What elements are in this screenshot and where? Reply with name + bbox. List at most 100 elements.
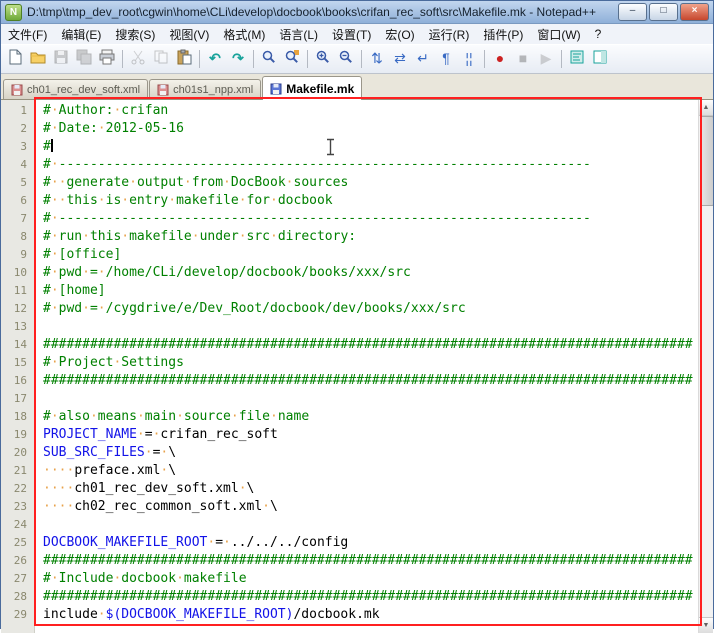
cut-button[interactable] <box>127 48 149 70</box>
code-line[interactable]: ########################################… <box>43 372 713 390</box>
line-number[interactable]: 2 <box>1 120 34 138</box>
code-line[interactable]: #·[office] <box>43 246 713 264</box>
code-area[interactable]: #·Author:·crifan #·Date:·2012-05-16 # #·---… <box>35 100 713 633</box>
code-line[interactable]: #·run·this·makefile·under·src·directory: <box>43 228 713 246</box>
open-folder-button[interactable] <box>27 48 49 70</box>
menu-item-11[interactable]: ? <box>588 25 609 43</box>
line-number[interactable]: 1 <box>1 102 34 120</box>
word-wrap-button[interactable]: ↵ <box>412 48 434 70</box>
code-line[interactable]: #·Project·Settings <box>43 354 713 372</box>
line-number[interactable]: 27 <box>1 570 34 588</box>
line-number[interactable]: 20 <box>1 444 34 462</box>
line-number-gutter[interactable]: 1 2 3 4 5 6 7 8 9 10 11 12 13 14 15 16 17 18 19 20 21 22 23 24 2… <box>1 100 35 633</box>
menu-item-8[interactable]: 运行(R) <box>422 24 477 45</box>
close-button[interactable]: × <box>680 3 709 21</box>
line-number[interactable]: 3 <box>1 138 34 156</box>
stop-macro-button[interactable]: ■ <box>512 48 534 70</box>
code-line[interactable]: #·[home] <box>43 282 713 300</box>
code-line[interactable]: #··this·is·entry·makefile·for·docbook <box>43 192 713 210</box>
code-line[interactable]: ########################################… <box>43 588 713 606</box>
line-number[interactable]: 17 <box>1 390 34 408</box>
menu-item-1[interactable]: 编辑(E) <box>54 24 108 45</box>
menu-item-6[interactable]: 设置(T) <box>325 24 378 45</box>
menu-item-0[interactable]: 文件(F) <box>1 24 54 45</box>
new-file-button[interactable] <box>4 48 26 70</box>
code-line[interactable]: SUB_SRC_FILES·=·\ <box>43 444 713 462</box>
indent-guide-button[interactable]: ¦¦ <box>458 48 480 70</box>
zoom-out-button[interactable] <box>335 48 357 70</box>
line-number[interactable]: 22 <box>1 480 34 498</box>
doc-map-button[interactable] <box>589 48 611 70</box>
function-list-button[interactable] <box>566 48 588 70</box>
code-line[interactable]: ····ch02_rec_common_soft.xml·\ <box>43 498 713 516</box>
code-line[interactable]: ····ch01_rec_dev_soft.xml·\ <box>43 480 713 498</box>
zoom-in-button[interactable] <box>312 48 334 70</box>
play-macro-button[interactable]: ▶ <box>535 48 557 70</box>
replace-button[interactable] <box>281 48 303 70</box>
code-line[interactable]: #·also·means·main·source·file·name <box>43 408 713 426</box>
line-number[interactable]: 6 <box>1 192 34 210</box>
code-line[interactable]: #·Include·docbook·makefile <box>43 570 713 588</box>
menu-item-3[interactable]: 视图(V) <box>162 24 216 45</box>
code-line[interactable]: PROJECT_NAME·=·crifan_rec_soft <box>43 426 713 444</box>
maximize-button[interactable]: □ <box>649 3 678 21</box>
code-line[interactable] <box>43 318 713 336</box>
line-number[interactable]: 25 <box>1 534 34 552</box>
code-line[interactable]: ····preface.xml·\ <box>43 462 713 480</box>
menu-item-7[interactable]: 宏(O) <box>378 24 421 45</box>
menu-item-5[interactable]: 语言(L) <box>272 24 325 45</box>
find-button[interactable] <box>258 48 280 70</box>
scroll-up-icon[interactable]: ▲ <box>699 100 713 116</box>
code-line[interactable]: include·$(DOCBOOK_MAKEFILE_ROOT)/docbook… <box>43 606 713 624</box>
copy-button[interactable] <box>150 48 172 70</box>
code-line[interactable]: #·pwd·=·/home/CLi/develop/docbook/books/… <box>43 264 713 282</box>
code-line[interactable]: #·pwd·=·/cygdrive/e/Dev_Root/docbook/dev… <box>43 300 713 318</box>
menu-item-9[interactable]: 插件(P) <box>476 24 530 45</box>
code-line[interactable]: #·--------------------------------------… <box>43 156 713 174</box>
code-line[interactable] <box>43 516 713 534</box>
code-line[interactable]: #·Author:·crifan <box>43 102 713 120</box>
code-line[interactable]: #··generate·output·from·DocBook·sources <box>43 174 713 192</box>
scrollbar-thumb[interactable] <box>700 116 713 206</box>
code-line[interactable]: # <box>43 138 713 156</box>
code-line[interactable]: ########################################… <box>43 336 713 354</box>
code-line[interactable]: DOCBOOK_MAKEFILE_ROOT·=·../../../config <box>43 534 713 552</box>
editor[interactable]: 1 2 3 4 5 6 7 8 9 10 11 12 13 14 15 16 17 18 19 20 21 22 23 24 2… <box>1 100 713 633</box>
code-line[interactable]: ########################################… <box>43 552 713 570</box>
redo-button[interactable]: ↷ <box>227 48 249 70</box>
line-number[interactable]: 13 <box>1 318 34 336</box>
line-number[interactable]: 12 <box>1 300 34 318</box>
line-number[interactable]: 24 <box>1 516 34 534</box>
minimize-button[interactable]: – <box>618 3 647 21</box>
line-number[interactable]: 7 <box>1 210 34 228</box>
menu-item-2[interactable]: 搜索(S) <box>108 24 162 45</box>
code-line[interactable] <box>43 390 713 408</box>
editor-tab-1[interactable]: ch01s1_npp.xml <box>149 79 262 99</box>
save-file-button[interactable] <box>50 48 72 70</box>
editor-tab-2[interactable]: Makefile.mk <box>262 76 363 100</box>
line-number[interactable]: 26 <box>1 552 34 570</box>
print-button[interactable] <box>96 48 118 70</box>
line-number[interactable]: 28 <box>1 588 34 606</box>
line-number[interactable]: 19 <box>1 426 34 444</box>
record-macro-button[interactable]: ● <box>489 48 511 70</box>
line-number[interactable]: 4 <box>1 156 34 174</box>
sync-horizontal-button[interactable]: ⇄ <box>389 48 411 70</box>
line-number[interactable]: 23 <box>1 498 34 516</box>
line-number[interactable]: 29 <box>1 606 34 624</box>
code-line[interactable]: #·Date:·2012-05-16 <box>43 120 713 138</box>
code-line[interactable]: #·--------------------------------------… <box>43 210 713 228</box>
line-number[interactable]: 18 <box>1 408 34 426</box>
show-all-chars-button[interactable]: ¶ <box>435 48 457 70</box>
save-all-button[interactable] <box>73 48 95 70</box>
line-number[interactable]: 8 <box>1 228 34 246</box>
menu-item-4[interactable]: 格式(M) <box>216 24 272 45</box>
line-number[interactable]: 5 <box>1 174 34 192</box>
line-number[interactable]: 10 <box>1 264 34 282</box>
sync-vertical-button[interactable]: ⇅ <box>366 48 388 70</box>
scroll-down-icon[interactable]: ▼ <box>699 617 713 633</box>
vertical-scrollbar[interactable]: ▲ ▼ <box>698 100 713 633</box>
line-number[interactable]: 15 <box>1 354 34 372</box>
menu-item-10[interactable]: 窗口(W) <box>530 24 587 45</box>
line-number[interactable]: 16 <box>1 372 34 390</box>
